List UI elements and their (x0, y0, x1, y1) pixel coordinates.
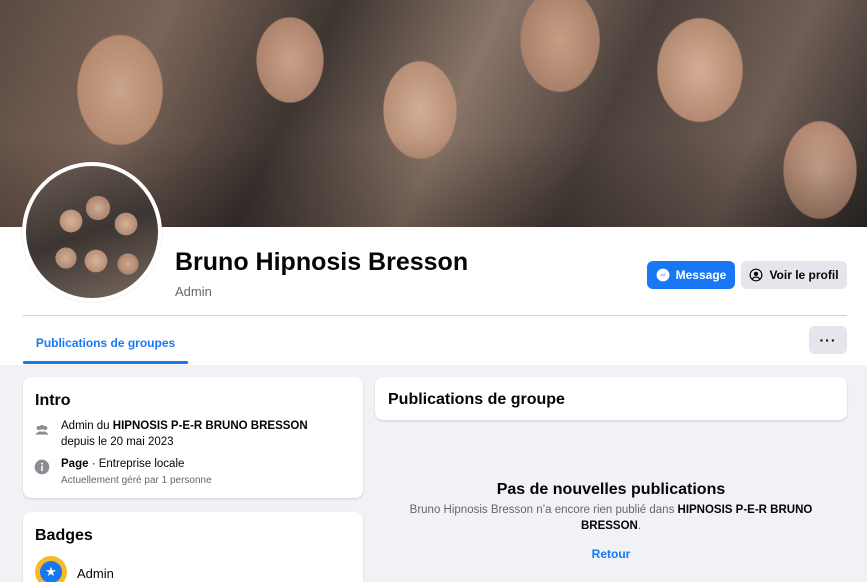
page-category: Entreprise locale (98, 458, 185, 470)
admin-of-prefix: Admin du (61, 420, 113, 432)
intro-card: Intro Admin du HIPNOSIS P-E-R BRUNO BRES… (23, 377, 363, 498)
group-link[interactable]: HIPNOSIS P-E-R BRUNO BRESSON (113, 420, 308, 432)
page-label: Page (61, 458, 89, 470)
profile-name: Bruno Hipnosis Bresson (175, 248, 469, 276)
empty-state-title: Pas de nouvelles publications (496, 481, 726, 498)
admin-since: depuis le 20 mai 2023 (61, 436, 174, 448)
back-button[interactable]: Retour (375, 547, 847, 561)
empty-desc-suffix: . (637, 520, 642, 532)
group-posts-card: Publications de groupe (375, 377, 847, 420)
intro-title: Intro (35, 392, 71, 409)
tab-group-posts[interactable]: Publications de groupes (23, 323, 188, 363)
more-options-button[interactable]: ··· (809, 326, 847, 354)
star-icon: ★ (40, 561, 62, 582)
empty-state-description: Bruno Hipnosis Bresson n’a encore rien p… (395, 502, 827, 534)
badge-label-admin: Admin (77, 566, 114, 581)
admin-of-line: Admin du HIPNOSIS P-E-R BRUNO BRESSON (61, 420, 308, 432)
info-icon (34, 459, 50, 475)
message-button-label: Message (675, 268, 727, 282)
message-button[interactable]: Message (647, 261, 735, 289)
tab-active-indicator (23, 361, 188, 364)
view-profile-label: Voir le profil (769, 268, 839, 282)
profile-role: Admin (175, 284, 212, 299)
messenger-icon (656, 268, 670, 282)
view-profile-button[interactable]: Voir le profil (741, 261, 847, 289)
empty-desc-prefix: Bruno Hipnosis Bresson n’a encore rien p… (409, 504, 678, 516)
group-icon (35, 425, 49, 435)
badges-title: Badges (35, 527, 93, 544)
badges-card: Badges (23, 512, 363, 582)
group-posts-title: Publications de groupe (388, 391, 565, 408)
page-separator: · (88, 458, 99, 470)
page-line: Page · Entreprise locale (61, 458, 184, 470)
user-circle-icon (750, 268, 763, 282)
managed-by: Actuellement géré par 1 personne (61, 475, 212, 486)
avatar[interactable] (22, 162, 162, 302)
header-divider (23, 315, 847, 316)
star-badge-icon: ★ (35, 556, 67, 582)
